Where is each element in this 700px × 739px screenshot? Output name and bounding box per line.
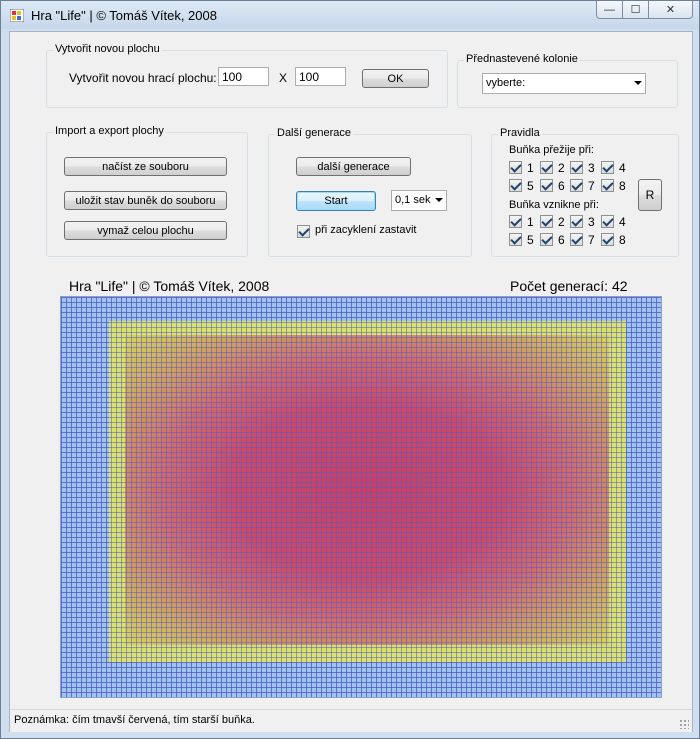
birth-checkbox-3[interactable] [570, 215, 583, 228]
survive-checkbox-3[interactable] [570, 161, 583, 174]
birth-checkbox-4[interactable] [601, 215, 614, 228]
app-window: Hra "Life" | © Tomáš Vítek, 2008 — ☐ ✕ V… [0, 0, 700, 739]
start-button[interactable]: Start [296, 191, 376, 211]
client-area: Vytvořit novou plochu Vytvořit novou hra… [9, 31, 693, 732]
maximize-button[interactable]: ☐ [623, 1, 649, 19]
birth-checkbox-5[interactable] [509, 233, 522, 246]
birth-number-3: 3 [588, 215, 595, 229]
close-button[interactable]: ✕ [649, 1, 693, 19]
status-text: Poznámka: čím tmavší červená, tím starší… [14, 714, 255, 726]
birth-number-2: 2 [558, 215, 565, 229]
app-icon [10, 9, 24, 22]
board-height-input[interactable]: 100 [295, 67, 346, 86]
stop-on-cycle-label: při zacyklení zastavit [315, 224, 417, 236]
birth-checkbox-7[interactable] [570, 233, 583, 246]
stop-on-cycle-checkbox[interactable] [297, 225, 310, 238]
birth-label: Buňka vznikne při: [509, 199, 599, 211]
new-board-label: Vytvořit novou hrací plochu: [69, 71, 217, 85]
load-file-button[interactable]: načíst ze souboru [64, 157, 227, 176]
import-export-group: Import a export plochy načíst ze souboru… [46, 125, 248, 257]
next-gen-group: Další generace další generace Start 0,1 … [268, 127, 472, 257]
survive-checkbox-2[interactable] [540, 161, 553, 174]
speed-selected-value: 0,1 sek [395, 194, 431, 206]
status-bar: Poznámka: čím tmavší červená, tím starší… [10, 709, 692, 732]
birth-number-6: 6 [558, 233, 565, 247]
dimension-separator: X [279, 71, 288, 85]
survive-number-7: 7 [588, 179, 595, 193]
birth-number-1: 1 [527, 215, 534, 229]
survive-label: Buňka přežije při: [509, 144, 594, 156]
chevron-down-icon [634, 81, 642, 85]
minimize-button[interactable]: — [596, 1, 623, 19]
survive-number-2: 2 [558, 161, 565, 175]
window-title: Hra "Life" | © Tomáš Vítek, 2008 [31, 8, 217, 23]
birth-checkbox-6[interactable] [540, 233, 553, 246]
board-width-input[interactable]: 100 [218, 67, 269, 86]
survive-checkbox-8[interactable] [601, 179, 614, 192]
survive-number-1: 1 [527, 161, 534, 175]
birth-checkbox-8[interactable] [601, 233, 614, 246]
generation-counter: Počet generací: 42 [510, 278, 628, 294]
birth-number-8: 8 [619, 233, 626, 247]
next-gen-legend: Další generace [275, 127, 353, 139]
preset-group: Přednastevené kolonie vyberte: [457, 53, 678, 108]
speed-select[interactable]: 0,1 sek [391, 190, 447, 211]
survive-number-5: 5 [527, 179, 534, 193]
rules-group: Pravidla Buňka přežije při: 1 2 3 4 5 6 … [491, 127, 679, 257]
next-generation-button[interactable]: další generace [296, 157, 411, 176]
survive-checkbox-6[interactable] [540, 179, 553, 192]
resize-grip[interactable] [679, 719, 689, 729]
survive-checkbox-1[interactable] [509, 161, 522, 174]
survive-checkbox-7[interactable] [570, 179, 583, 192]
new-board-group: Vytvořit novou plochu Vytvořit novou hra… [46, 43, 448, 108]
birth-checkbox-1[interactable] [509, 215, 522, 228]
preset-select[interactable]: vyberte: [482, 73, 646, 94]
survive-number-8: 8 [619, 179, 626, 193]
chevron-down-icon [435, 198, 443, 202]
new-board-legend: Vytvořit novou plochu [53, 43, 162, 55]
survive-number-3: 3 [588, 161, 595, 175]
survive-checkbox-4[interactable] [601, 161, 614, 174]
rules-legend: Pravidla [498, 127, 542, 139]
game-board[interactable] [60, 296, 662, 698]
birth-number-4: 4 [619, 215, 626, 229]
cell-grid [61, 297, 661, 697]
ok-button[interactable]: OK [362, 69, 429, 88]
preset-selected-value: vyberte: [486, 77, 526, 89]
save-file-button[interactable]: uložit stav buněk do souboru [64, 191, 227, 210]
survive-number-4: 4 [619, 161, 626, 175]
survive-checkbox-5[interactable] [509, 179, 522, 192]
preset-legend: Přednastevené kolonie [464, 53, 580, 65]
import-export-legend: Import a export plochy [53, 125, 166, 137]
board-caption: Hra "Life" | © Tomáš Vítek, 2008 [69, 278, 270, 294]
birth-checkbox-2[interactable] [540, 215, 553, 228]
clear-board-button[interactable]: vymaž celou plochu [64, 221, 227, 240]
birth-number-5: 5 [527, 233, 534, 247]
caption-buttons: — ☐ ✕ [596, 1, 693, 20]
survive-number-6: 6 [558, 179, 565, 193]
birth-number-7: 7 [588, 233, 595, 247]
reset-rules-button[interactable]: R [638, 179, 662, 211]
title-bar[interactable]: Hra "Life" | © Tomáš Vítek, 2008 — ☐ ✕ [1, 1, 699, 29]
